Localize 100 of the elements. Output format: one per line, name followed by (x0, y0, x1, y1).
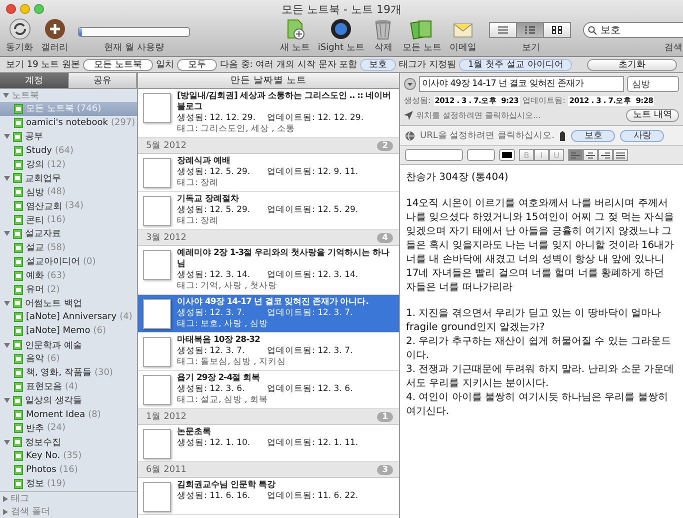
align-button[interactable] (598, 149, 613, 161)
section-title: 태그 (11, 493, 29, 505)
notebook-select[interactable]: 심방 (627, 76, 679, 92)
created-date: 생성됨: 12. 3. 7. (177, 308, 246, 319)
align-justify-icon (616, 152, 625, 158)
notebook-item[interactable]: 유머 (2) (0, 282, 137, 296)
view-toggle[interactable] (543, 22, 572, 38)
notebook-item[interactable]: 공부 (0, 130, 137, 144)
notebook-name: 설교 (26, 242, 44, 254)
chevron-circle-icon[interactable] (404, 78, 416, 90)
view-toggle[interactable] (516, 22, 544, 38)
note-thumbnail (143, 299, 171, 329)
notebook-item[interactable]: [aNote] Anniversary (4) (0, 310, 137, 324)
note-title: 마태복음 10장 28-32 (177, 335, 261, 346)
sidebar-tab[interactable]: 계정 (0, 73, 68, 89)
note-count: (35) (63, 451, 82, 462)
search-field[interactable]: 보호 (583, 22, 683, 38)
toolbar-button[interactable]: 동기화 (4, 18, 35, 54)
sort-header[interactable]: 만든 날짜별 노트 (138, 73, 399, 89)
notebook-item[interactable]: 심방 (48) (0, 185, 137, 200)
notebook-name: [aNote] Memo (26, 326, 90, 336)
toolbar-button[interactable]: 이메일 (447, 18, 478, 54)
notebook-item[interactable]: Moment Idea (8) (0, 408, 137, 422)
zoom-button[interactable] (34, 4, 44, 14)
note-item[interactable]: 이사야 49장 14-17 넌 결코 잊혀진 존재가 아니다. 생성됨: 12. 3. 7. 업데이트됨: 12. 3. 7. 태그: 보호, 사랑 , 심방 (138, 295, 399, 333)
notebook-icon (13, 298, 22, 308)
notebook-name: 일상의 생각들 (25, 395, 82, 408)
sidebar-tab[interactable]: 공유 (68, 73, 137, 89)
filter-select[interactable]: 모두 (176, 58, 217, 70)
notebook-icon (14, 451, 23, 462)
notebook-item[interactable]: 설교 (58) (0, 240, 137, 255)
toolbar-button[interactable]: 갤러리 (39, 18, 70, 54)
note-history-button[interactable]: 노트 내역 (626, 109, 679, 122)
notebook-item[interactable]: [aNote] Memo (6) (0, 324, 137, 338)
align-button[interactable] (613, 149, 628, 161)
notebook-item[interactable]: 일상의 생각들 (0, 394, 137, 408)
notebook-item[interactable]: oamici's notebook (297) (0, 116, 137, 130)
notebook-item[interactable]: 음악 (6) (0, 352, 137, 366)
toolbar-button[interactable]: 새 노트 (278, 18, 312, 54)
filter-select[interactable]: 모든 노트북 (83, 58, 153, 70)
notebook-item[interactable]: 교회업무 (0, 171, 137, 186)
color-swatch[interactable] (499, 149, 515, 161)
note-tags: 태그: 그리스도인, 세상 , 소통 (177, 124, 394, 135)
notebook-item[interactable]: 예화 (63) (0, 268, 137, 283)
minimize-button[interactable] (20, 4, 30, 14)
notebook-item[interactable]: 어썸노트 백업 (0, 296, 137, 310)
notebook-item[interactable]: 설교자료 (0, 227, 137, 241)
notebook-item[interactable]: 정보 (19) (0, 477, 137, 491)
notebook-name: Photos (26, 465, 56, 476)
toolbar-button[interactable]: iSight 노트 (316, 18, 366, 54)
note-title: 이사야 49장 14-17 넌 결코 잊혀진 존재가 아니다. (177, 297, 370, 308)
notebook-item[interactable]: Study (64) (0, 144, 137, 158)
notebook-icon (14, 201, 23, 212)
notebook-item[interactable]: 책, 영화, 작품들 (30) (0, 366, 137, 380)
note-count: (24) (47, 423, 66, 434)
note-item[interactable]: 김회권교수님 인문학 특강 생성됨: 11. 6. 16. 업데이트됨: 11. 6. 22. (138, 478, 399, 515)
notebook-item[interactable]: 인문학과 예술 (0, 338, 137, 352)
notebook-icon (14, 104, 23, 114)
notebook-item[interactable]: 강의 (12) (0, 158, 137, 172)
toolbar-button[interactable]: 삭제 (370, 18, 396, 54)
count-badge: 3 (377, 464, 393, 474)
notebook-item[interactable]: Photos (16) (0, 463, 137, 478)
note-title: 논문초록 (177, 427, 212, 438)
url-placeholder[interactable]: URL을 설정하려면 클릭하십시오. (420, 129, 554, 142)
notebook-icon (14, 242, 23, 253)
filter-token[interactable]: 보호 (360, 58, 396, 70)
grid-view-icon (552, 26, 562, 34)
tag-pill[interactable]: 보호 (571, 130, 616, 142)
note-count: (16) (47, 215, 66, 226)
align-button[interactable] (583, 149, 598, 161)
section-header[interactable]: 태그 (0, 492, 137, 505)
notebook-icon (13, 173, 22, 184)
notebook-name: Study (26, 146, 52, 156)
count-badge: 2 (377, 140, 393, 150)
notebook-item[interactable]: 정보수집 (0, 435, 137, 450)
notebook-item[interactable]: Key No. (35) (0, 449, 137, 464)
filter-token[interactable]: 1월 첫주 설교 아이디어 (459, 58, 572, 70)
notebook-item[interactable]: 표현모음 (4) (0, 380, 137, 394)
toolbar-button[interactable]: 모든 노트 (400, 18, 444, 54)
reset-button[interactable]: 초기화 (587, 58, 677, 70)
note-paragraph: 14오직 시온이 이르기를 여호와께서 나를 버리시며 주께서 나를 잊으셨다 하였거니와 15여인이 어찌 그 젖 먹는 자식을 잊겠으며 자기 태에서 난 아들을 긍휼히 여기지 않겠느냐 그들은 혹시 잊을지라도 나는 너를 잊지 아니할 것이라 16내가 너를 내 손바닥에 새겼고 너의 성벽이 항상 내 앞에 있나니 17네 자녀들은 빨리 걸으며 너를 헐며 너를 황폐하게 하던 자들은 너를 떠나가리라 (406, 197, 676, 295)
updated-date: 업데이트됨: 12. 5. 29. (267, 205, 360, 216)
notebook-icon (13, 228, 22, 239)
location-placeholder[interactable]: 위치를 설정하려면 클릭하십시오... (416, 110, 541, 121)
font-select[interactable] (405, 149, 463, 161)
note-item[interactable]: 장례식과 예배 생성됨: 12. 5. 29. 업데이트됨: 12. 9. 11. 태그: 장례 (138, 154, 399, 192)
close-button[interactable] (6, 4, 16, 14)
updated-date: 업데이트됨: 12. 3. 6. (267, 384, 354, 395)
notebook-item[interactable]: 염산교회 (34) (0, 199, 137, 214)
notebook-item[interactable]: 설교아이디어 (0) (0, 254, 137, 269)
updated-date: 업데이트됨: 12. 3. 7. (267, 346, 354, 357)
view-toggle[interactable] (489, 22, 518, 38)
notebook-item[interactable]: 콘티 (16) (0, 213, 137, 228)
tag-pill[interactable]: 사랑 (620, 130, 664, 142)
updated-date: 업데이트됨: 12. 9. 11. (267, 167, 360, 178)
notebook-item[interactable]: 반추 (24) (0, 421, 137, 436)
note-thumbnail (143, 250, 171, 280)
section-title: 노트북 (12, 90, 39, 102)
note-item[interactable]: 마태복음 10장 28-32 생성됨: 12. 3. 7. 업데이트됨: 12. 3. 7. 태그: 돌보심, 심방 , 지키심 (138, 333, 399, 371)
note-title-field[interactable]: 이사야 49장 14-17 넌 결코 잊혀진 존재가 (419, 76, 624, 92)
